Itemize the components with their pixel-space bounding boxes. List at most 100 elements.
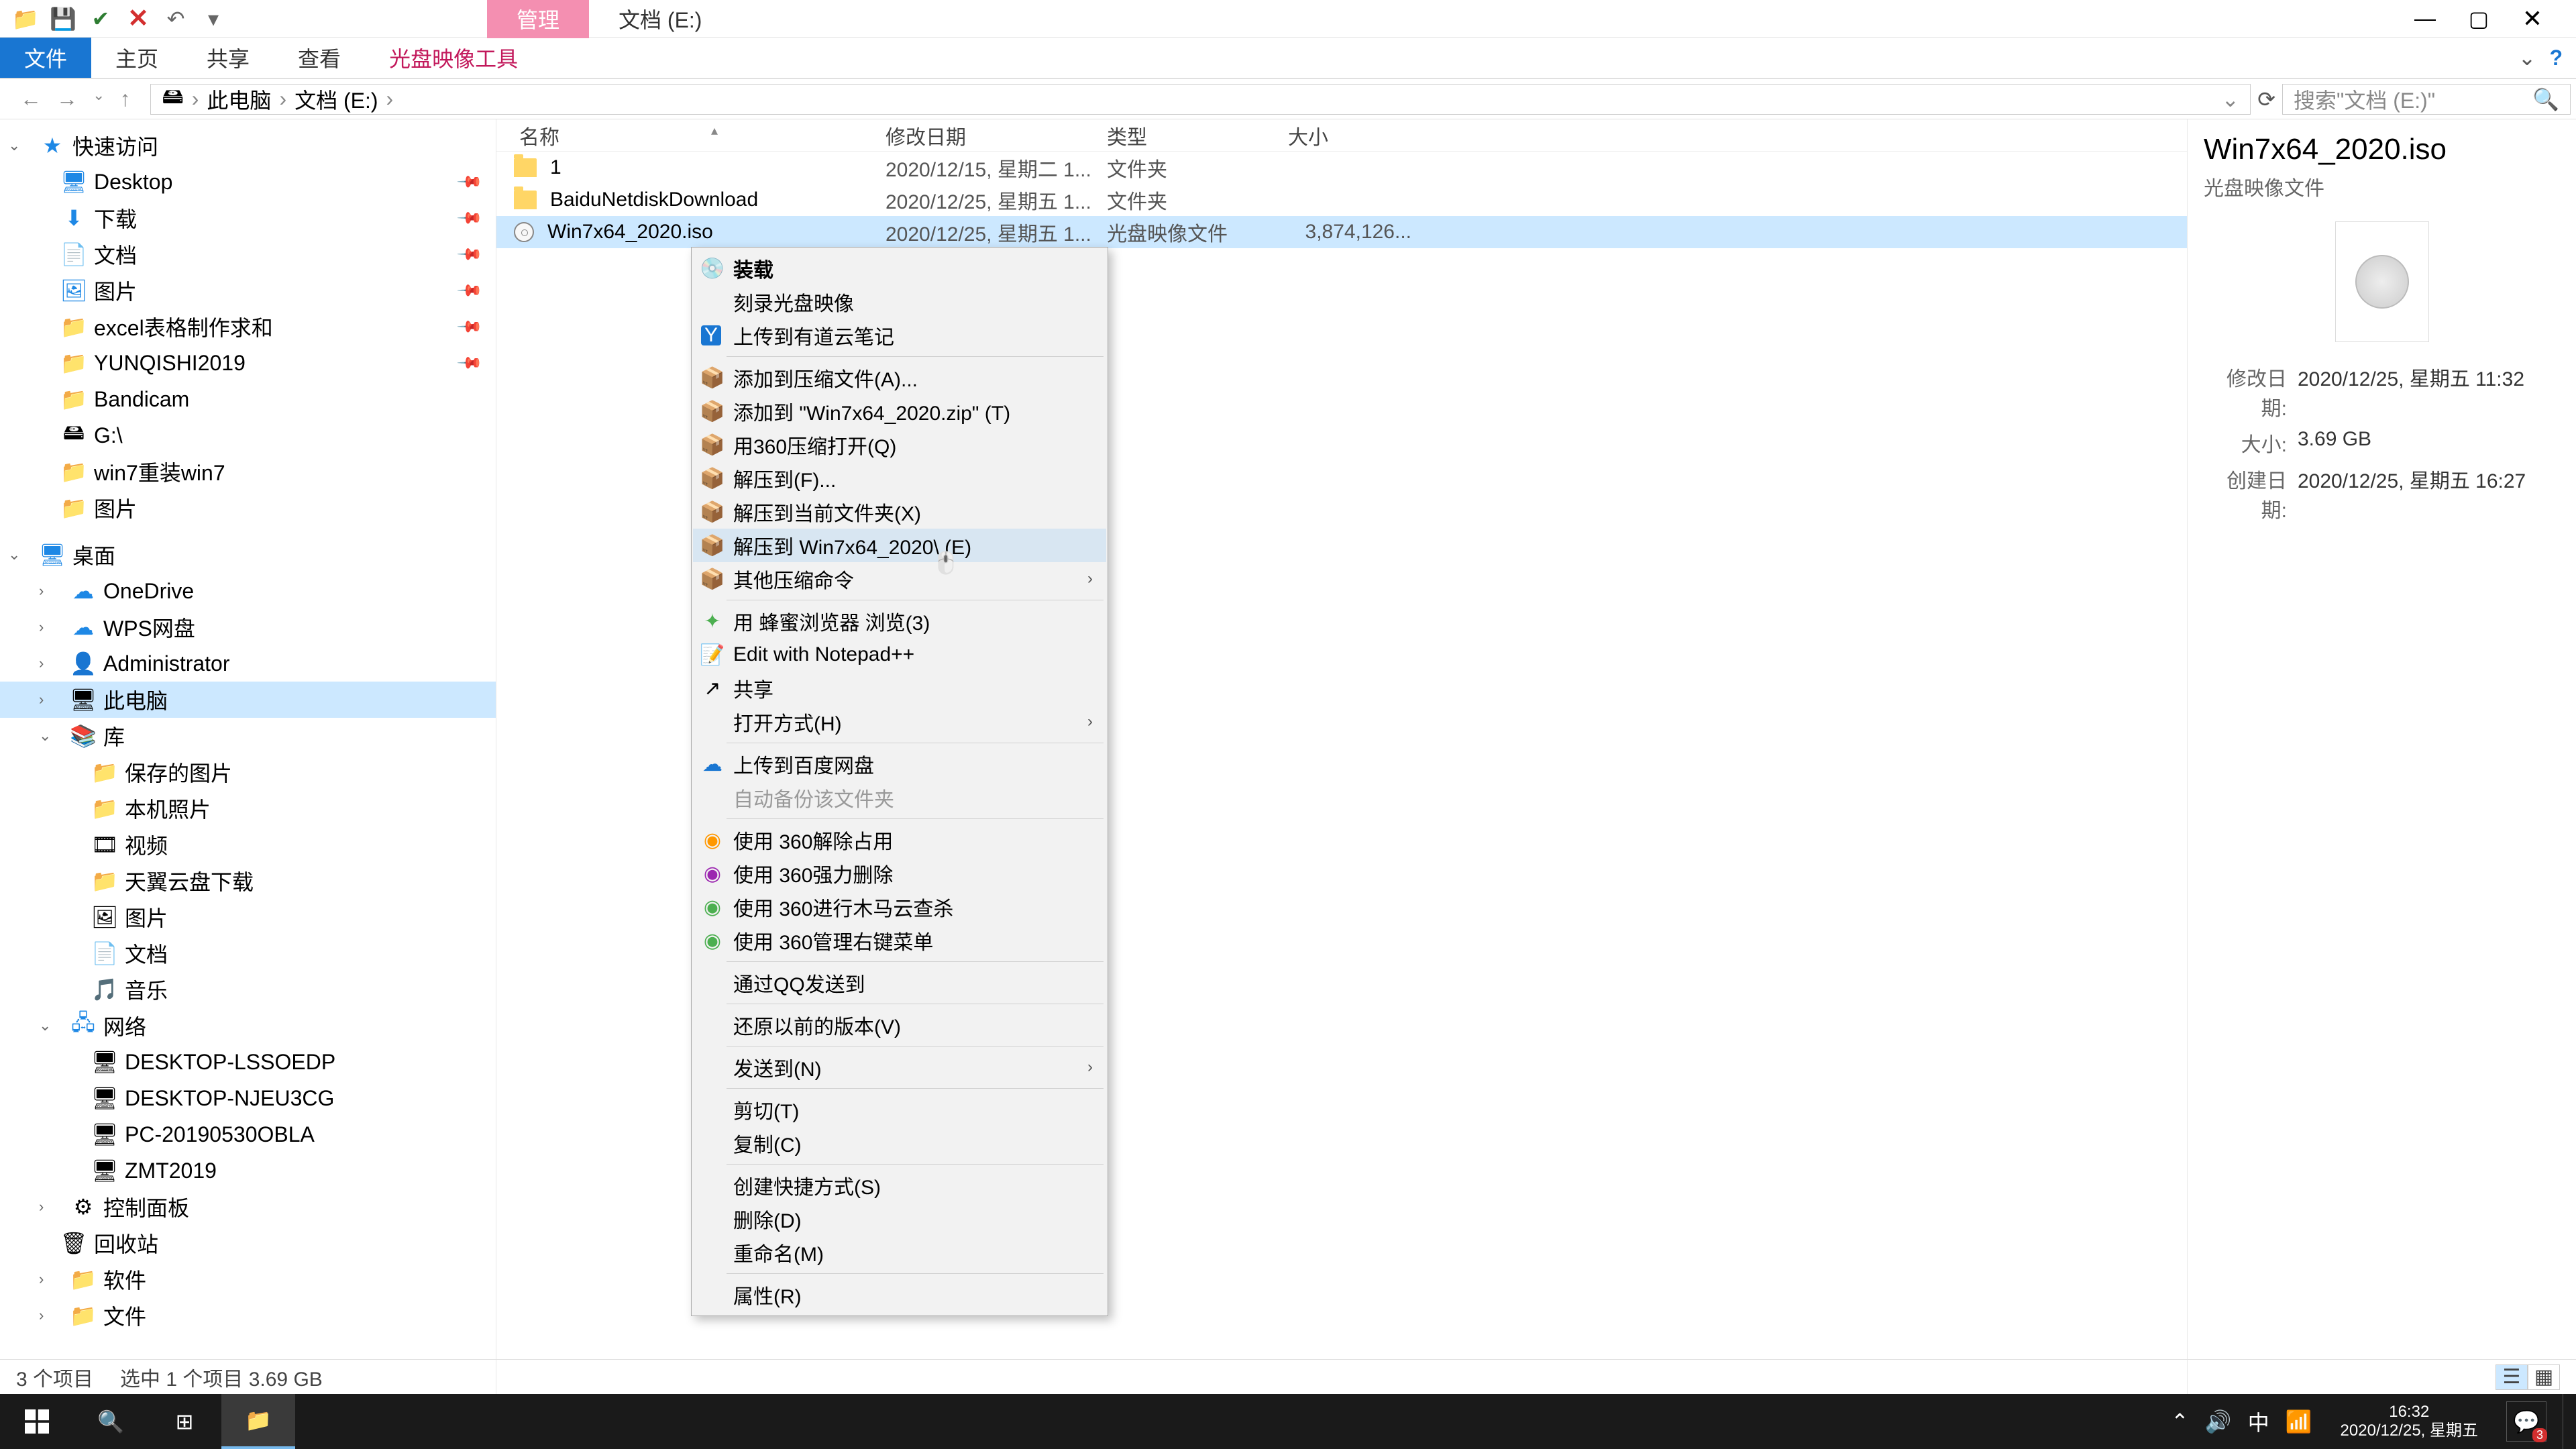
action-center-button[interactable]: 💬3 bbox=[2506, 1401, 2546, 1442]
nav-folder[interactable]: ›📁软件 bbox=[0, 1261, 496, 1297]
nav-desktop[interactable]: 🖥Desktop📌 bbox=[0, 164, 496, 200]
share-tab[interactable]: 共享 bbox=[182, 38, 274, 78]
explorer-taskbar-button[interactable]: 📁 bbox=[221, 1394, 295, 1449]
ctx-share[interactable]: ↗共享 bbox=[693, 672, 1106, 705]
chevron-down-icon[interactable]: ⌄ bbox=[39, 1017, 56, 1034]
file-tab[interactable]: 文件 bbox=[0, 38, 91, 78]
ctx-open-360[interactable]: 📦用360压缩打开(Q) bbox=[693, 428, 1106, 462]
ctx-baidu[interactable]: ☁上传到百度网盘 bbox=[693, 747, 1106, 781]
ctx-mount[interactable]: 💿装载 bbox=[693, 252, 1106, 285]
chevron-right-icon[interactable]: › bbox=[39, 655, 56, 672]
chevron-right-icon[interactable]: › bbox=[386, 87, 394, 111]
maximize-button[interactable]: ▢ bbox=[2455, 5, 2502, 32]
nav-network-pc[interactable]: 🖥ZMT2019 bbox=[0, 1152, 496, 1189]
close-button[interactable]: ✕ bbox=[2509, 5, 2556, 32]
ctx-other-archive[interactable]: 📦其他压缩命令› bbox=[693, 562, 1106, 596]
chevron-down-icon[interactable]: ⌄ bbox=[8, 137, 25, 154]
nav-this-pc[interactable]: ›🖥此电脑 bbox=[0, 682, 496, 718]
chevron-down-icon[interactable]: ⌄ bbox=[39, 727, 56, 745]
show-desktop-button[interactable] bbox=[2563, 1394, 2571, 1449]
forward-button[interactable]: → bbox=[56, 87, 78, 111]
breadcrumb-item[interactable]: 文档 (E:) bbox=[294, 84, 378, 115]
chevron-right-icon[interactable]: › bbox=[39, 1271, 56, 1288]
address-dropdown-icon[interactable]: ⌄ bbox=[2221, 87, 2239, 112]
chevron-right-icon[interactable]: › bbox=[192, 87, 199, 111]
chevron-right-icon[interactable]: › bbox=[39, 1307, 56, 1324]
nav-desktop-root[interactable]: ⌄🖥桌面 bbox=[0, 537, 496, 573]
ribbon-expand-icon[interactable]: ⌄ bbox=[2518, 45, 2536, 70]
ctx-notepad[interactable]: 📝Edit with Notepad++ bbox=[693, 638, 1106, 672]
nav-video[interactable]: 🎞视频 bbox=[0, 826, 496, 863]
file-row[interactable]: BaiduNetdiskDownload 2020/12/25, 星期五 1..… bbox=[496, 184, 2187, 216]
chevron-right-icon[interactable]: › bbox=[39, 582, 56, 600]
quick-access[interactable]: ⌄★快速访问 bbox=[0, 127, 496, 164]
nav-wps[interactable]: ›☁WPS网盘 bbox=[0, 609, 496, 645]
nav-music[interactable]: 🎵音乐 bbox=[0, 971, 496, 1008]
search-input[interactable]: 搜索"文档 (E:)" 🔍 bbox=[2282, 84, 2571, 115]
ctx-add-zip[interactable]: 📦添加到 "Win7x64_2020.zip" (T) bbox=[693, 394, 1106, 428]
nav-folder[interactable]: ›📁文件 bbox=[0, 1297, 496, 1334]
nav-drive[interactable]: 🖴G:\ bbox=[0, 417, 496, 453]
chevron-right-icon[interactable]: › bbox=[39, 1198, 56, 1216]
ctx-properties[interactable]: 属性(R) bbox=[693, 1278, 1106, 1311]
col-name[interactable]: 名称 bbox=[496, 121, 885, 150]
refresh-button[interactable]: ⟳ bbox=[2257, 87, 2275, 112]
start-button[interactable] bbox=[0, 1394, 74, 1449]
nav-network-pc[interactable]: 🖥DESKTOP-NJEU3CG bbox=[0, 1080, 496, 1116]
search-button[interactable]: 🔍 bbox=[74, 1394, 148, 1449]
ctx-bee-browser[interactable]: ✦用 蜂蜜浏览器 浏览(3) bbox=[693, 604, 1106, 638]
ctx-extract-to-folder[interactable]: 📦解压到 Win7x64_2020\ (E) bbox=[693, 529, 1106, 562]
manage-tab[interactable]: 管理 bbox=[487, 0, 589, 38]
nav-user[interactable]: ›👤Administrator bbox=[0, 645, 496, 682]
nav-network-pc[interactable]: 🖥PC-20190530OBLA bbox=[0, 1116, 496, 1152]
ctx-shortcut[interactable]: 创建快捷方式(S) bbox=[693, 1169, 1106, 1202]
search-icon[interactable]: 🔍 bbox=[2532, 87, 2559, 112]
ctx-360-scan[interactable]: ◉使用 360进行木马云查杀 bbox=[693, 890, 1106, 924]
col-size[interactable]: 大小 bbox=[1288, 121, 1422, 150]
nav-documents[interactable]: 📄文档 bbox=[0, 935, 496, 971]
help-icon[interactable]: ? bbox=[2549, 46, 2563, 70]
nav-libraries[interactable]: ⌄📚库 bbox=[0, 718, 496, 754]
history-dropdown-icon[interactable]: ⌄ bbox=[93, 87, 105, 111]
nav-folder[interactable]: 📁本机照片 bbox=[0, 790, 496, 826]
tray-expand-icon[interactable]: ⌃ bbox=[2171, 1409, 2189, 1434]
nav-folder[interactable]: 📁保存的图片 bbox=[0, 754, 496, 790]
ime-indicator[interactable]: 中 bbox=[2248, 1406, 2269, 1437]
nav-network-pc[interactable]: 🖥DESKTOP-LSSOEDP bbox=[0, 1044, 496, 1080]
pin-check-icon[interactable]: ✔ bbox=[87, 5, 114, 32]
ctx-restore[interactable]: 还原以前的版本(V) bbox=[693, 1008, 1106, 1042]
file-row-selected[interactable]: Win7x64_2020.iso 2020/12/25, 星期五 1... 光盘… bbox=[496, 216, 2187, 248]
nav-pictures[interactable]: 🖼图片📌 bbox=[0, 272, 496, 309]
view-tab[interactable]: 查看 bbox=[274, 38, 365, 78]
minimize-button[interactable]: — bbox=[2402, 5, 2449, 32]
nav-folder[interactable]: 📁天翼云盘下载 bbox=[0, 863, 496, 899]
icons-view-button[interactable]: ▦ bbox=[2528, 1364, 2560, 1390]
nav-folder[interactable]: 📁图片 bbox=[0, 490, 496, 526]
task-view-button[interactable]: ⊞ bbox=[148, 1394, 221, 1449]
ctx-360-unlock[interactable]: ◉使用 360解除占用 bbox=[693, 823, 1106, 857]
ctx-copy[interactable]: 复制(C) bbox=[693, 1126, 1106, 1160]
nav-control-panel[interactable]: ›⚙控制面板 bbox=[0, 1189, 496, 1225]
ctx-extract[interactable]: 📦解压到(F)... bbox=[693, 462, 1106, 495]
nav-recycle-bin[interactable]: 🗑回收站 bbox=[0, 1225, 496, 1261]
nav-onedrive[interactable]: ›☁OneDrive bbox=[0, 573, 496, 609]
save-icon[interactable]: 💾 bbox=[50, 5, 76, 32]
breadcrumb-root[interactable]: 此电脑 bbox=[207, 84, 271, 115]
ctx-burn[interactable]: 刻录光盘映像 bbox=[693, 285, 1106, 319]
col-type[interactable]: 类型 bbox=[1107, 121, 1288, 150]
ctx-youdao[interactable]: Y上传到有道云笔记 bbox=[693, 319, 1106, 352]
undo-icon[interactable]: ↶ bbox=[162, 5, 189, 32]
ctx-rename[interactable]: 重命名(M) bbox=[693, 1236, 1106, 1269]
nav-folder[interactable]: 📁YUNQISHI2019📌 bbox=[0, 345, 496, 381]
details-view-button[interactable]: ☰ bbox=[2496, 1364, 2528, 1390]
nav-folder[interactable]: 📁win7重装win7 bbox=[0, 453, 496, 490]
chevron-right-icon[interactable]: › bbox=[279, 87, 286, 111]
col-date[interactable]: 修改日期 bbox=[885, 121, 1107, 150]
nav-folder[interactable]: 📁Bandicam bbox=[0, 381, 496, 417]
ctx-360-manage[interactable]: ◉使用 360管理右键菜单 bbox=[693, 924, 1106, 957]
qat-dropdown-icon[interactable]: ▾ bbox=[200, 5, 227, 32]
ctx-360-delete[interactable]: ◉使用 360强力删除 bbox=[693, 857, 1106, 890]
delete-x-icon[interactable]: ✕ bbox=[125, 5, 152, 32]
ctx-send-to[interactable]: 发送到(N)› bbox=[693, 1051, 1106, 1084]
nav-documents[interactable]: 📄文档📌 bbox=[0, 236, 496, 272]
